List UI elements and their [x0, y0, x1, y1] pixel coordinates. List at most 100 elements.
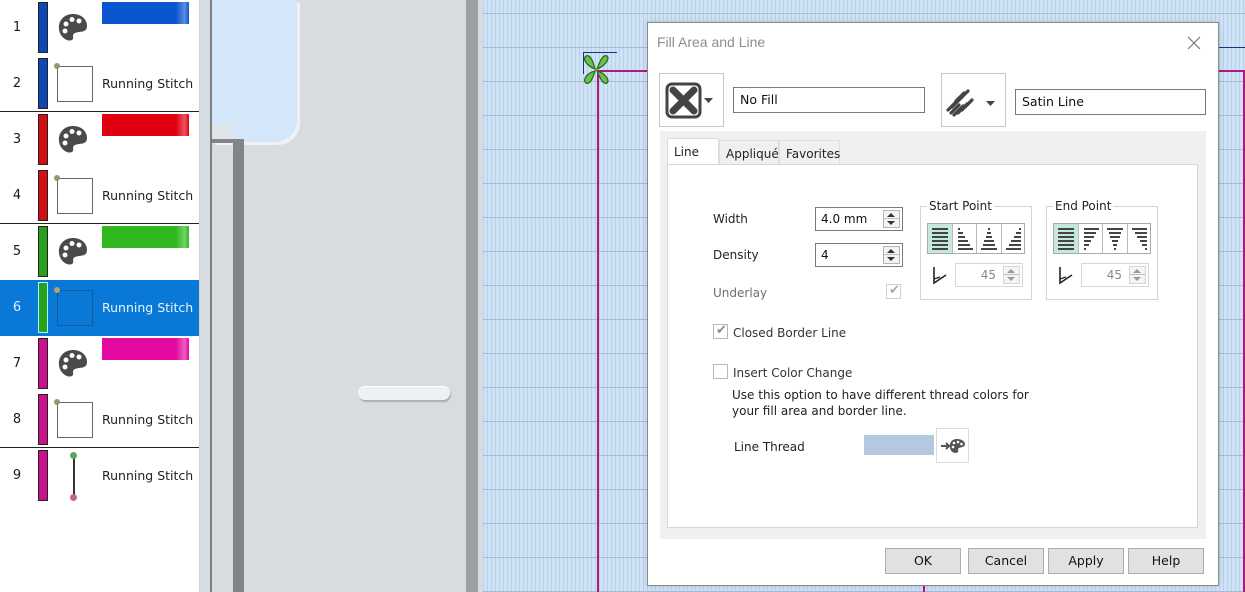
chevron-down-icon	[704, 98, 713, 103]
hoop-marker	[923, 585, 925, 592]
palette-icon	[58, 14, 87, 41]
palette-icon	[58, 350, 87, 377]
row-number-text: 1	[12, 20, 22, 35]
row-number-text: 6	[12, 300, 22, 315]
object-label: Running Stitch	[102, 412, 194, 427]
palette-icon	[58, 238, 87, 265]
thread-color-bar	[38, 226, 48, 277]
end-point-dot	[70, 494, 77, 501]
object-list-row[interactable]: 6 Running Stitch	[0, 280, 199, 336]
shape-thumbnail	[57, 66, 93, 102]
hoop-left-edge	[597, 70, 599, 592]
thread-color-bar	[38, 2, 48, 53]
help-button[interactable]: Help	[1128, 548, 1204, 574]
thread-color-swatch[interactable]	[102, 2, 189, 24]
ok-button[interactable]: OK	[885, 548, 961, 574]
closed-border-checkbox[interactable]: ✔	[713, 323, 728, 339]
start-point-dot	[54, 63, 60, 69]
line-type-field[interactable]: Satin Line	[1015, 89, 1206, 115]
object-list-row[interactable]: 3	[0, 112, 199, 168]
panel-post	[233, 139, 244, 592]
start-shape-square[interactable]	[928, 224, 953, 253]
thread-color-swatch[interactable]	[102, 114, 189, 136]
row-number: 1	[0, 0, 34, 56]
hoop-top-edge-right	[1217, 70, 1245, 72]
start-angle-decrement[interactable]	[1004, 275, 1019, 283]
end-shape-right-taper[interactable]	[1128, 224, 1152, 253]
row-number-text: 8	[12, 412, 22, 427]
line-thread-pick-button[interactable]	[936, 428, 969, 463]
machine-preview-panel	[200, 0, 483, 592]
row-number-text: 7	[12, 356, 22, 371]
fill-type-button[interactable]	[659, 73, 724, 127]
tab-favorites[interactable]: Favorites	[779, 140, 840, 165]
width-value: 4.0 mm	[821, 212, 868, 226]
start-point-dot	[54, 175, 60, 181]
row-number: 8	[0, 392, 34, 448]
line-type-button[interactable]	[941, 73, 1006, 127]
tab-applique[interactable]: Appliqué	[719, 140, 779, 165]
row-number: 6	[0, 280, 34, 336]
row-number-text: 2	[12, 76, 22, 91]
palette-icon	[58, 126, 87, 153]
start-point-dot	[70, 452, 77, 459]
object-label: Running Stitch	[102, 300, 194, 315]
shape-thumbnail	[57, 290, 93, 326]
density-decrement[interactable]	[884, 255, 899, 263]
start-angle-value: 45	[980, 268, 996, 282]
start-angle-increment[interactable]	[1004, 267, 1019, 275]
thread-color-bar	[38, 170, 48, 221]
object-list-row[interactable]: 4 Running Stitch	[0, 168, 199, 224]
underlay-checkbox[interactable]: ✔	[886, 283, 901, 299]
end-point-title: End Point	[1053, 199, 1114, 213]
width-decrement[interactable]	[884, 219, 899, 227]
insert-color-change-checkbox[interactable]	[713, 364, 728, 379]
end-angle-value: 45	[1106, 268, 1122, 282]
fill-type-field[interactable]: No Fill	[733, 87, 925, 113]
object-list-row[interactable]: 1	[0, 0, 199, 56]
object-list-row[interactable]: 2 Running Stitch	[0, 56, 199, 112]
close-icon[interactable]	[1184, 33, 1204, 53]
object-list-row[interactable]: 9 Running Stitch	[0, 448, 199, 504]
row-number-text: 5	[12, 244, 22, 259]
object-list-row[interactable]: 5	[0, 224, 199, 280]
end-point-group: End Point 45	[1046, 199, 1158, 300]
end-shape-square[interactable]	[1054, 224, 1079, 253]
density-stepper[interactable]: 4	[815, 243, 903, 267]
insert-color-change-label: Insert Color Change	[733, 366, 853, 380]
start-shape-right-taper[interactable]	[1002, 224, 1026, 253]
density-label: Density	[713, 248, 759, 262]
rotation-anchor-icon[interactable]	[578, 52, 614, 88]
start-point-dot	[54, 399, 60, 405]
start-angle-stepper[interactable]: 45	[955, 263, 1023, 287]
end-angle-stepper[interactable]: 45	[1081, 263, 1149, 287]
density-increment[interactable]	[884, 247, 899, 255]
row-number: 4	[0, 168, 34, 224]
start-shape-left-taper[interactable]	[953, 224, 977, 253]
arrow-palette-icon	[941, 439, 965, 453]
shape-thumbnail	[57, 178, 93, 214]
apply-button[interactable]: Apply	[1048, 548, 1124, 574]
object-list-row[interactable]: 7	[0, 336, 199, 392]
start-point-shapes	[927, 223, 1025, 254]
thread-color-swatch[interactable]	[102, 226, 189, 248]
end-shape-left-taper[interactable]	[1079, 224, 1103, 253]
row-number: 5	[0, 224, 34, 280]
thread-color-bar	[38, 58, 48, 109]
thread-color-swatch[interactable]	[102, 338, 189, 360]
start-shape-center-taper[interactable]	[977, 224, 1002, 253]
object-list-row[interactable]: 8 Running Stitch	[0, 392, 199, 448]
start-point-title: Start Point	[927, 199, 994, 213]
end-angle-decrement[interactable]	[1130, 275, 1145, 283]
end-shape-center-taper[interactable]	[1103, 224, 1128, 253]
width-increment[interactable]	[884, 211, 899, 219]
end-angle-increment[interactable]	[1130, 267, 1145, 275]
width-stepper[interactable]: 4.0 mm	[815, 207, 903, 231]
row-number: 2	[0, 56, 34, 112]
cancel-button[interactable]: Cancel	[968, 548, 1044, 574]
line-thread-swatch[interactable]	[864, 435, 934, 455]
tab-line[interactable]: Line	[667, 138, 719, 165]
panel-handle[interactable]	[358, 386, 450, 400]
density-value: 4	[821, 248, 829, 262]
insert-color-description: Use this option to have different thread…	[732, 388, 1029, 418]
